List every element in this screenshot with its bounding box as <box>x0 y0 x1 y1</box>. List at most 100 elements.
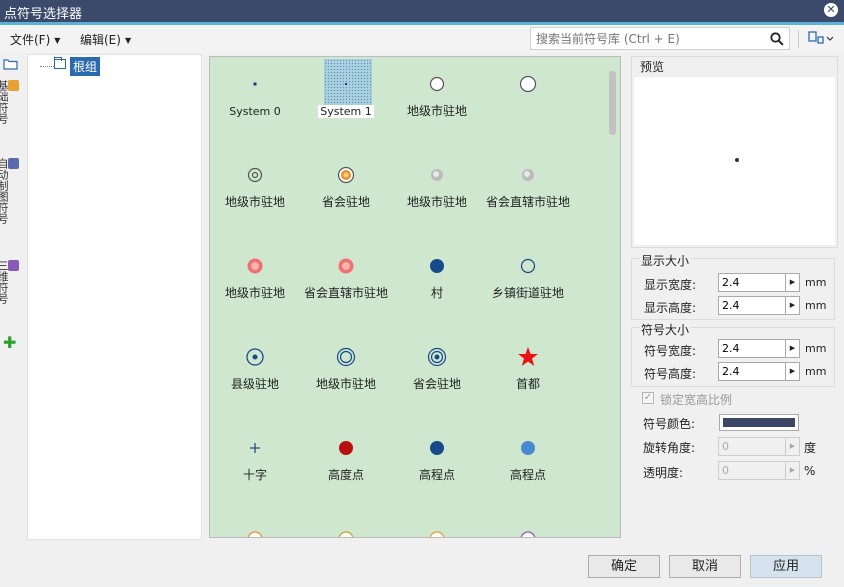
symbol-name-text: 村 <box>430 286 443 300</box>
symbol-name-text: 地级市驻地 <box>224 195 285 209</box>
symbol-name-text: 十字 <box>242 468 267 482</box>
symbol-name-text: 高程点 <box>418 468 455 482</box>
symbol-name: 高度点 <box>303 469 389 482</box>
rotation-spinner[interactable]: ▶ <box>718 437 800 456</box>
symbol-width-label: 符号宽度: <box>644 344 697 358</box>
symbol-cell[interactable]: 地级市驻地 <box>392 148 482 238</box>
symbol-cell[interactable]: 省会直辖市驻地 <box>301 239 391 329</box>
symbol-cell[interactable]: System 0 <box>210 57 300 147</box>
symbol-grid: System 0 System 1 地级市驻地 地级市驻地 省会驻地 地级市驻地 省会直辖市… <box>209 56 621 538</box>
display-height-label: 显示高度: <box>644 301 697 315</box>
cancel-button[interactable]: 取消 <box>669 555 741 578</box>
ok-button[interactable]: 确定 <box>588 555 660 578</box>
symbol-name: 村 <box>394 287 480 300</box>
display-width-spinner[interactable]: ▶ <box>718 273 800 292</box>
apply-button[interactable]: 应用 <box>750 555 822 578</box>
symbol-cell[interactable]: 高程点 <box>483 421 573 511</box>
display-height-input[interactable] <box>719 297 785 314</box>
symbol-cell[interactable]: 十字 <box>210 421 300 511</box>
symbol-name-text: 地级市驻地 <box>406 104 467 118</box>
partial-icon-icon <box>392 526 482 537</box>
symbol-height-input[interactable] <box>719 363 785 380</box>
symbol-name-text: 地级市驻地 <box>224 286 285 300</box>
symbol-color-picker[interactable] <box>719 414 799 431</box>
scrollbar-thumb[interactable] <box>609 71 616 135</box>
display-height-spinner[interactable]: ▶ <box>718 296 800 315</box>
symbol-cell[interactable]: 县级驻地 <box>210 330 300 420</box>
filled-circle-icon <box>392 435 482 461</box>
symbol-name: 县级驻地 <box>212 378 298 391</box>
symbol-width-spinner[interactable]: ▶ <box>718 339 800 358</box>
symbol-cell[interactable]: 高程点 <box>392 421 482 511</box>
symbol-cell[interactable]: 省会驻地 <box>301 148 391 238</box>
symbol-cell[interactable]: 地级市驻地 <box>392 57 482 147</box>
add-icon[interactable]: ✚ <box>3 335 16 351</box>
symbol-height-label: 符号高度: <box>644 367 697 381</box>
tree-root-node[interactable]: 根组 <box>70 57 101 76</box>
symbol-cell[interactable]: 地级市驻地 <box>210 148 300 238</box>
symbol-cell[interactable]: 首都 <box>483 330 573 420</box>
grid-scrollbar[interactable] <box>607 59 619 535</box>
symbol-width-input[interactable] <box>719 340 785 357</box>
symbol-width-unit: mm <box>805 342 827 355</box>
symbol-cell[interactable]: 乡镇街道驻地 <box>483 239 573 329</box>
symbol-cell[interactable]: 省会直辖市驻地 <box>483 148 573 238</box>
symbol-cell[interactable] <box>210 512 300 537</box>
tab-3d-symbols[interactable]: 三维符号 <box>0 260 19 304</box>
search-icon[interactable] <box>770 32 784 46</box>
search-input[interactable] <box>531 28 763 49</box>
folder-icon[interactable] <box>3 58 18 70</box>
symbol-cell[interactable] <box>392 512 482 537</box>
display-height-unit: mm <box>805 299 827 312</box>
symbol-name-text: 地级市驻地 <box>315 377 376 391</box>
3d-symbols-icon <box>8 260 19 271</box>
display-width-input[interactable] <box>719 274 785 291</box>
menu-edit[interactable]: 编辑(E) ▼ <box>80 31 131 48</box>
spin-right-icon[interactable]: ▶ <box>785 363 799 380</box>
folder-icon <box>54 57 66 69</box>
filled-circle-icon <box>392 253 482 279</box>
symbol-cell[interactable] <box>483 57 573 147</box>
opacity-input[interactable] <box>719 462 785 479</box>
symbol-name-text: System 1 <box>318 105 374 118</box>
open-circle-large-icon <box>483 71 573 97</box>
symbol-name-text: 省会驻地 <box>412 377 461 391</box>
tab-basic-symbols[interactable]: 基础符号 <box>0 80 19 124</box>
symbol-name-text: 地级市驻地 <box>406 195 467 209</box>
symbol-cell[interactable] <box>483 512 573 537</box>
symbol-cell[interactable]: 村 <box>392 239 482 329</box>
symbol-size-group: 符号大小 符号宽度: ▶ mm 符号高度: ▶ mm <box>631 321 835 387</box>
opacity-spinner[interactable]: ▶ <box>718 461 800 480</box>
symbol-cell[interactable]: 高度点 <box>301 421 391 511</box>
symbol-cell[interactable]: System 1 <box>301 57 391 147</box>
symbol-name-text: 省会驻地 <box>321 195 370 209</box>
preview-group: 预览 <box>631 56 838 248</box>
close-icon[interactable]: ✕ <box>824 3 838 17</box>
small-dot-icon <box>210 71 300 97</box>
grey-sphere-icon <box>392 162 482 188</box>
symbol-name: 高程点 <box>485 469 571 482</box>
symbol-name-text: System 0 <box>229 105 281 118</box>
symbol-name: System 0 <box>212 105 298 118</box>
menu-file[interactable]: 文件(F) ▼ <box>10 31 60 48</box>
symbol-cell[interactable]: 地级市驻地 <box>210 239 300 329</box>
spin-right-icon[interactable]: ▶ <box>785 297 799 314</box>
symbol-cell[interactable]: 地级市驻地 <box>301 330 391 420</box>
tab-auto-mapping-symbols[interactable]: 自动制图符号 <box>0 158 19 224</box>
checkmark-icon: ✓ <box>642 392 654 404</box>
spin-right-icon[interactable]: ▶ <box>785 462 799 479</box>
menu-file-label: 文件(F) <box>10 33 51 47</box>
rotation-input[interactable] <box>719 438 785 455</box>
display-size-label: 显示大小 <box>640 252 691 269</box>
symbol-cell[interactable] <box>301 512 391 537</box>
spin-right-icon[interactable]: ▶ <box>785 274 799 291</box>
red-star-icon <box>483 344 573 370</box>
spin-right-icon[interactable]: ▶ <box>785 438 799 455</box>
symbol-name: 高程点 <box>394 469 480 482</box>
symbol-cell[interactable]: 省会驻地 <box>392 330 482 420</box>
symbol-name-text: 省会直辖市驻地 <box>485 195 570 209</box>
view-mode-button[interactable] <box>808 31 834 48</box>
symbol-height-spinner[interactable]: ▶ <box>718 362 800 381</box>
rotation-label: 旋转角度: <box>643 441 696 455</box>
spin-right-icon[interactable]: ▶ <box>785 340 799 357</box>
